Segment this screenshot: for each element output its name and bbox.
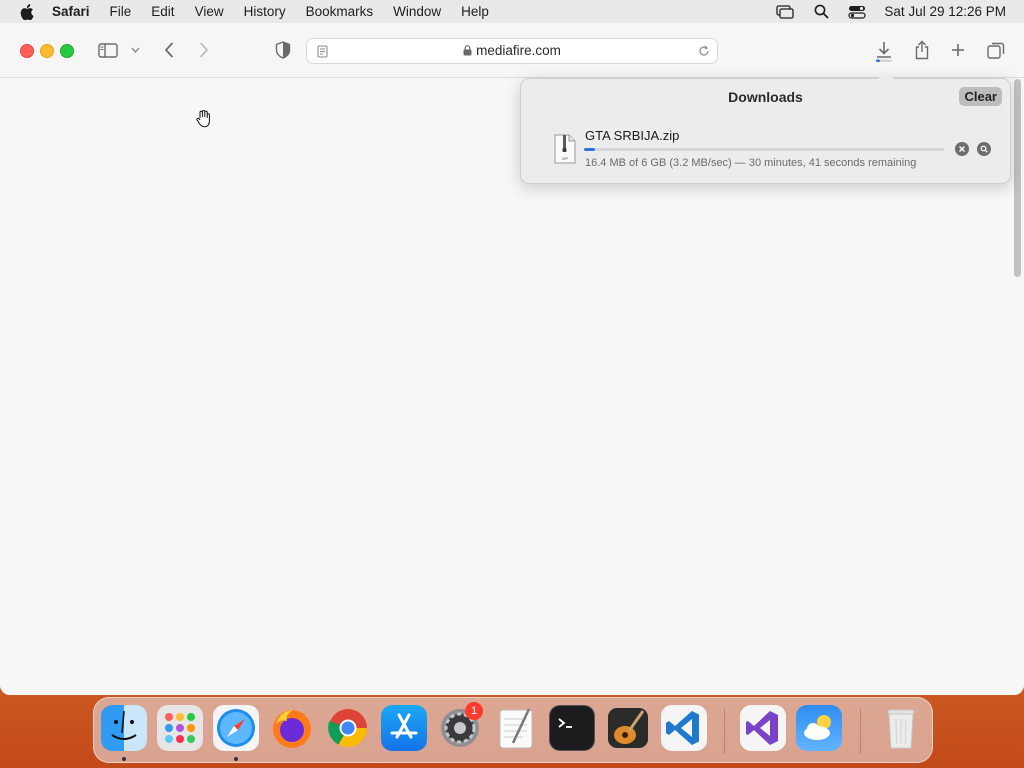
download-status: 16.4 MB of 6 GB (3.2 MB/sec) — 30 minute…: [585, 157, 917, 169]
clear-downloads-button[interactable]: Clear: [959, 87, 1002, 106]
menu-app-name[interactable]: Safari: [52, 4, 90, 19]
dock-separator: [724, 708, 725, 754]
tab-overview-icon[interactable]: [985, 40, 1007, 60]
downloads-icon[interactable]: [872, 39, 896, 63]
zip-file-icon[interactable]: ZIP: [553, 134, 577, 164]
menu-edit[interactable]: Edit: [151, 4, 174, 19]
forward-arrow-icon[interactable]: [195, 40, 213, 60]
menu-view[interactable]: View: [195, 4, 224, 19]
dock-finder-icon[interactable]: [101, 705, 147, 751]
dock-weather-icon[interactable]: [796, 705, 842, 751]
dock-firefox-icon[interactable]: [269, 705, 315, 751]
reveal-in-finder-icon[interactable]: [977, 142, 991, 156]
dock-visual-studio-icon[interactable]: [740, 705, 786, 751]
downloads-title: Downloads: [728, 89, 803, 105]
dock-trash-icon[interactable]: [878, 705, 924, 751]
dock-vscode-icon[interactable]: [661, 705, 707, 751]
hand-cursor-icon: [194, 109, 212, 129]
svg-text:ZIP: ZIP: [562, 156, 569, 161]
lock-icon: [463, 44, 472, 59]
new-tab-icon[interactable]: [948, 40, 968, 60]
dock: 1: [93, 697, 933, 763]
control-center-icon[interactable]: [846, 4, 868, 20]
menu-history[interactable]: History: [244, 4, 286, 19]
address-url: mediafire.com: [307, 43, 717, 59]
dock-separator-trash: [860, 708, 861, 754]
download-progress-bar: [584, 148, 944, 151]
reload-icon[interactable]: [697, 44, 711, 58]
share-icon[interactable]: [911, 38, 933, 62]
dock-textedit-icon[interactable]: [493, 705, 539, 751]
close-window-button[interactable]: [20, 44, 34, 58]
address-bar[interactable]: mediafire.com: [306, 38, 718, 64]
menu-bookmarks[interactable]: Bookmarks: [306, 4, 374, 19]
dock-chrome-icon[interactable]: [325, 705, 371, 751]
back-arrow-icon[interactable]: [160, 40, 178, 60]
privacy-shield-icon[interactable]: [273, 40, 293, 60]
downloads-popover: Downloads Clear ZIP GTA SRBIJA.zip 16.4 …: [520, 71, 1011, 184]
dock-terminal-icon[interactable]: [549, 705, 595, 751]
menu-file[interactable]: File: [110, 4, 132, 19]
safari-running-dot: [234, 757, 238, 761]
finder-running-dot: [122, 757, 126, 761]
menu-help[interactable]: Help: [461, 4, 489, 19]
system-preferences-badge: 1: [465, 702, 483, 720]
minimize-window-button[interactable]: [40, 44, 54, 58]
download-progress-fill: [584, 148, 595, 151]
menu-window[interactable]: Window: [393, 4, 441, 19]
menu-clock[interactable]: Sat Jul 29 12:26 PM: [884, 4, 1006, 19]
menu-bar: Safari File Edit View History Bookmarks …: [0, 0, 1024, 23]
screen-mirroring-icon[interactable]: [774, 4, 796, 20]
zoom-window-button[interactable]: [60, 44, 74, 58]
chevron-down-icon[interactable]: [129, 44, 141, 56]
dock-garageband-icon[interactable]: [605, 705, 651, 751]
dock-safari-icon[interactable]: [213, 705, 259, 751]
apple-menu-icon[interactable]: [14, 3, 40, 20]
download-file-name: GTA SRBIJA.zip: [585, 128, 680, 143]
dock-app-store-icon[interactable]: [381, 705, 427, 751]
page-scrollbar[interactable]: [1014, 79, 1021, 277]
cancel-download-icon[interactable]: [955, 142, 969, 156]
spotlight-search-icon[interactable]: [810, 4, 832, 20]
sidebar-toggle-icon[interactable]: [96, 41, 120, 59]
dock-launchpad-icon[interactable]: [157, 705, 203, 751]
url-text: mediafire.com: [476, 43, 561, 58]
popover-arrow: [878, 71, 894, 79]
safari-toolbar: mediafire.com: [0, 23, 1024, 78]
